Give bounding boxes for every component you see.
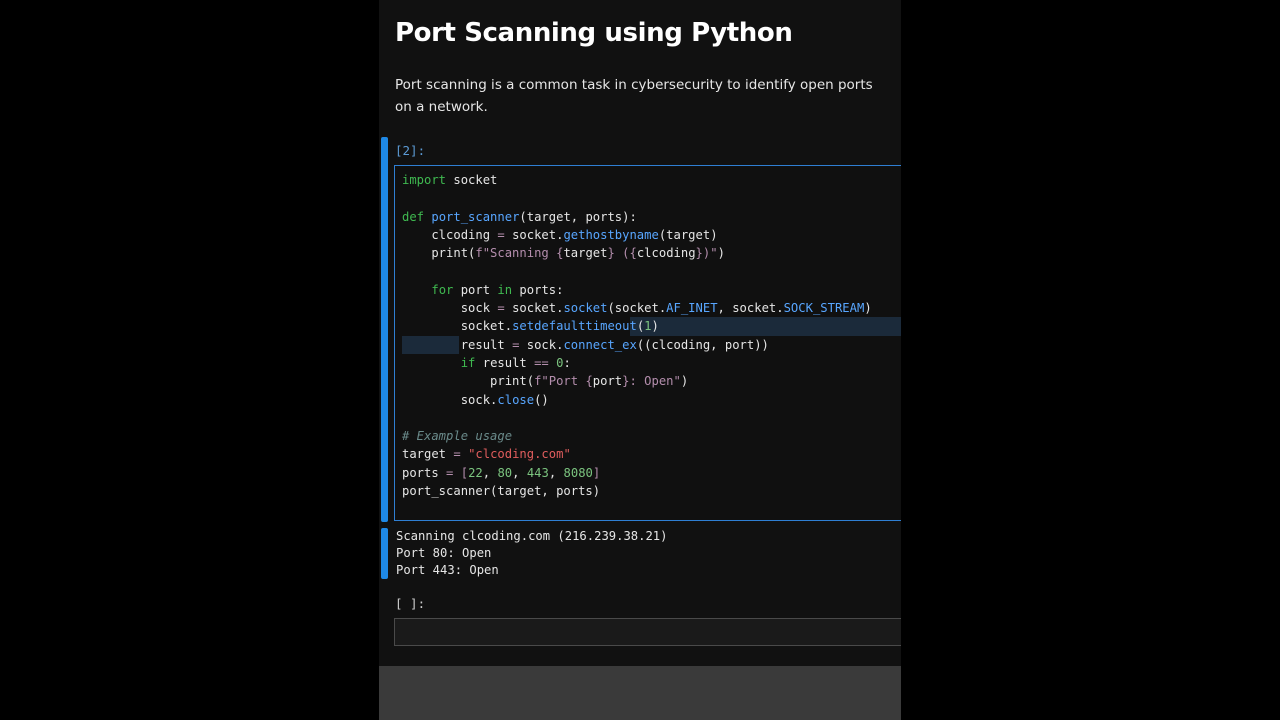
- empty-cell-input[interactable]: [394, 618, 901, 646]
- output-cell-indicator[interactable]: [381, 528, 388, 579]
- code-line[interactable]: print(f"Scanning {target} ({clcoding})"): [402, 244, 872, 262]
- empty-cell-prompt: [ ]:: [395, 596, 426, 611]
- code-line[interactable]: target = "clcoding.com": [402, 445, 872, 463]
- code-line[interactable]: [402, 409, 872, 427]
- code-line[interactable]: print(f"Port {port}: Open"): [402, 372, 872, 390]
- output-line: Scanning clcoding.com (216.239.38.21): [396, 529, 668, 543]
- code-line[interactable]: [402, 189, 872, 207]
- bottom-bar: [379, 666, 901, 720]
- code-line[interactable]: import socket: [402, 171, 872, 189]
- code-line[interactable]: # Example usage: [402, 427, 872, 445]
- code-line[interactable]: [402, 262, 872, 280]
- output-line: Port 443: Open: [396, 563, 499, 577]
- code-cell-editor[interactable]: import socket def port_scanner(target, p…: [394, 165, 901, 521]
- code-line[interactable]: clcoding = socket.gethostbyname(target): [402, 226, 872, 244]
- code-line[interactable]: if result == 0:: [402, 354, 872, 372]
- code-cell-prompt: [2]:: [395, 143, 426, 158]
- code-line[interactable]: for port in ports:: [402, 281, 872, 299]
- code-line[interactable]: def port_scanner(target, ports):: [402, 208, 872, 226]
- code-line[interactable]: ports = [22, 80, 443, 8080]: [402, 464, 872, 482]
- markdown-description: Port scanning is a common task in cybers…: [395, 77, 873, 115]
- code-line[interactable]: port_scanner(target, ports): [402, 482, 872, 500]
- output-line: Port 80: Open: [396, 546, 492, 560]
- code-line[interactable]: result = sock.connect_ex((clcoding, port…: [402, 335, 872, 355]
- code-line[interactable]: sock.close(): [402, 391, 872, 409]
- markdown-title: Port Scanning using Python: [395, 18, 793, 48]
- code-line[interactable]: sock = socket.socket(socket.AF_INET, soc…: [402, 299, 872, 317]
- notebook-panel: Port Scanning using Python Port scanning…: [379, 0, 901, 666]
- code-line[interactable]: socket.setdefaulttimeout(1): [402, 317, 901, 336]
- code-lines[interactable]: import socket def port_scanner(target, p…: [402, 171, 901, 500]
- cell-output: Scanning clcoding.com (216.239.38.21) Por…: [396, 528, 668, 579]
- active-cell-indicator[interactable]: [381, 137, 388, 522]
